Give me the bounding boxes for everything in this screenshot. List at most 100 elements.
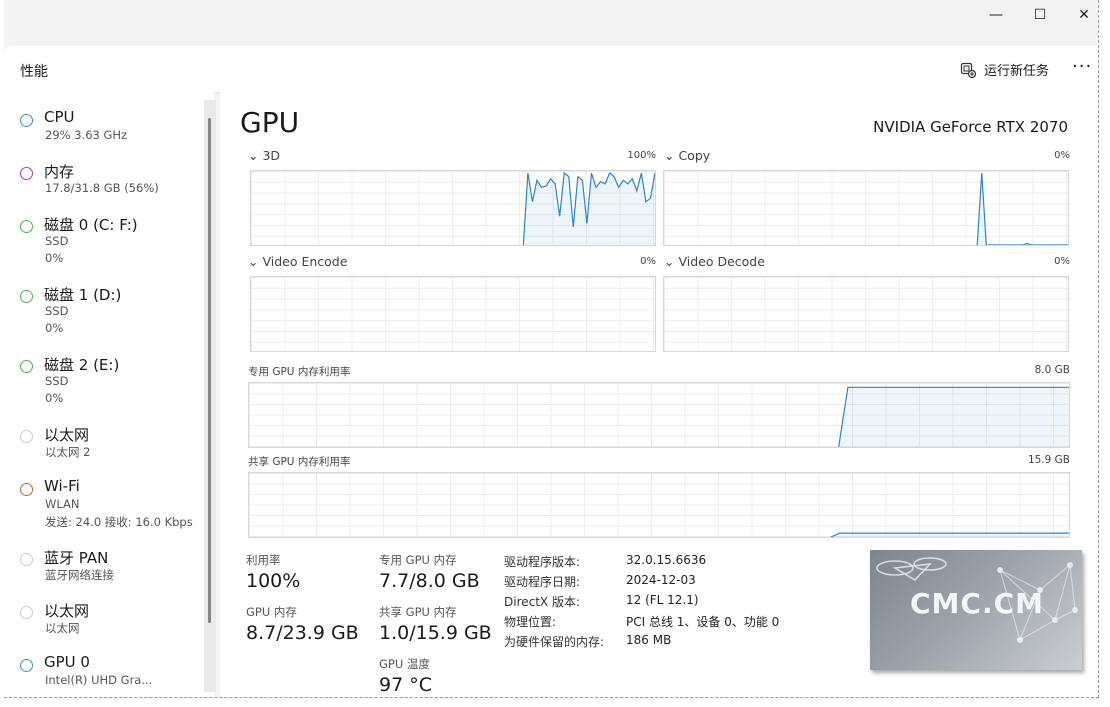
dedicated-memory-stat-label: 专用 GPU 内存 [379,553,457,567]
maximize-button[interactable]: ☐ [1018,4,1062,26]
close-button[interactable]: ✕ [1062,4,1098,26]
gpu-circle-icon [20,659,33,672]
info-value: 32.0.15.6636 [626,553,707,567]
engine-video-decode-selector[interactable]: ⌄ Video Decode [664,254,765,269]
engine-3d-selector[interactable]: ⌄ 3D [248,148,280,163]
sidebar-item-name: 以太网 [44,602,90,620]
sidebar-item-name: CPU [44,108,75,126]
gpu-memory-value: 8.7/23.9 GB [246,622,359,644]
series-line [976,172,1068,245]
sidebar-item-sub: SSD [45,374,69,388]
engine-copy-selector[interactable]: ⌄ Copy [664,148,710,163]
sidebar-item-name: 以太网 [44,426,90,444]
bluetooth-circle-icon [20,553,33,566]
engine-video-encode-selector[interactable]: ⌄ Video Encode [248,254,347,269]
series-area [523,173,655,245]
dedicated-memory-max: 8.0 GB [1034,364,1070,376]
sidebar-item-name: Wi-Fi [44,477,80,495]
sidebar-item-name: 蓝牙 PAN [44,549,109,567]
sidebar-item-sub: Intel(R) UHD Gra... [45,673,153,687]
graph-copy-svg [976,172,1068,245]
sidebar-item-sub2: 0% [45,321,64,335]
sidebar-item-name: 磁盘 0 (C: F:) [44,216,138,234]
graph-video-encode [250,276,656,352]
memory-circle-icon [20,167,33,180]
minimize-button[interactable]: — [974,4,1018,26]
utilization-value: 100% [246,570,301,592]
graph-dedicated-memory [248,382,1070,448]
watermark-logo: CMC.CM [870,550,1082,670]
info-key: 驱动程序日期: [504,575,581,589]
graph-dedicated-svg [838,386,1069,447]
info-value: 12 (FL 12.1) [626,593,699,607]
sidebar-item-name: 内存 [44,163,75,181]
sidebar-item-sub: WLAN [45,497,80,511]
graph-shared-memory [248,472,1070,538]
sidebar: CPU 29% 3.63 GHz 内存 17.8/31.8 GB (56%) 磁… [4,92,214,697]
sidebar-item-sub: 17.8/31.8 GB (56%) [45,181,159,195]
info-key: DirectX 版本: [504,595,581,609]
dedicated-memory-stat-value: 7.7/8.0 GB [379,570,480,592]
disk-circle-icon [20,360,33,373]
sidebar-item-sub: 29% 3.63 GHz [45,128,128,142]
graph-video-decode [663,276,1069,352]
ethernet-circle-icon [20,430,33,443]
sidebar-item-name: 磁盘 2 (E:) [44,356,120,374]
shared-memory-label: 共享 GPU 内存利用率 [248,456,351,468]
info-value: 2024-12-03 [626,573,696,587]
dedicated-memory-label: 专用 GPU 内存利用率 [248,366,351,378]
run-new-task-label: 运行新任务 [984,64,1050,79]
info-key: 为硬件保留的内存: [504,635,605,649]
graph-copy [663,170,1069,246]
sidebar-item-sub: SSD [45,234,69,248]
more-options-button[interactable]: ··· [1072,56,1092,77]
gpu-temp-value: 97 °C [379,674,432,696]
watermark-text: CMC.CM [910,587,1045,620]
run-task-icon [960,62,976,78]
sidebar-item-sub: SSD [45,304,69,318]
engine-pct: 100% [627,150,656,161]
engine-label: Video Decode [678,254,765,269]
page-header: 性能 运行新任务 ··· [4,46,1098,93]
sidebar-item-sub2: 0% [45,391,64,405]
sidebar-item-name: GPU 0 [44,653,90,671]
engine-label: 3D [262,148,281,163]
info-value: 186 MB [626,633,672,647]
gpu-model: NVIDIA GeForce RTX 2070 [873,118,1068,136]
engine-pct: 0% [1054,256,1070,267]
info-key: 驱动程序版本: [504,555,581,569]
cpu-circle-icon [20,114,33,127]
shared-memory-stat-label: 共享 GPU 内存 [379,605,457,619]
wifi-circle-icon [20,483,33,496]
info-key: 物理位置: [504,615,557,629]
info-value: PCI 总线 1、设备 0、功能 0 [626,615,780,629]
ethernet-circle-icon [20,606,33,619]
sidebar-item-sub: 以太网 [45,621,80,635]
sidebar-scrollbar[interactable] [204,100,216,692]
run-new-task-button[interactable]: 运行新任务 [960,60,1049,79]
disk-circle-icon [20,290,33,303]
engine-pct: 0% [640,256,656,267]
series-area [977,173,1068,245]
shared-memory-stat-value: 1.0/15.9 GB [379,622,492,644]
page-title: 性能 [20,64,48,80]
gpu-title: GPU [240,106,300,139]
utilization-label: 利用率 [246,553,281,567]
engine-pct: 0% [1054,150,1070,161]
engine-label: Video Encode [262,254,348,269]
sidebar-item-sub2: 0% [45,251,64,265]
sidebar-item-sub2: 发送: 24.0 接收: 16.0 Kbps [45,515,193,529]
series-area [838,387,1069,447]
engine-label: Copy [678,148,711,163]
scrollbar-thumb[interactable] [208,118,211,623]
gpu-memory-label: GPU 内存 [246,605,297,619]
sidebar-item-sub: 以太网 2 [45,445,91,459]
graph-3d-svg [522,171,655,245]
graph-shared-svg [830,532,1069,537]
sidebar-item-sub: 蓝牙网络连接 [45,568,114,582]
graph-3d [250,170,656,246]
sidebar-item-name: 磁盘 1 (D:) [44,286,122,304]
disk-circle-icon [20,220,33,233]
gpu-temp-label: GPU 温度 [379,657,430,671]
shared-memory-max: 15.9 GB [1027,454,1070,466]
